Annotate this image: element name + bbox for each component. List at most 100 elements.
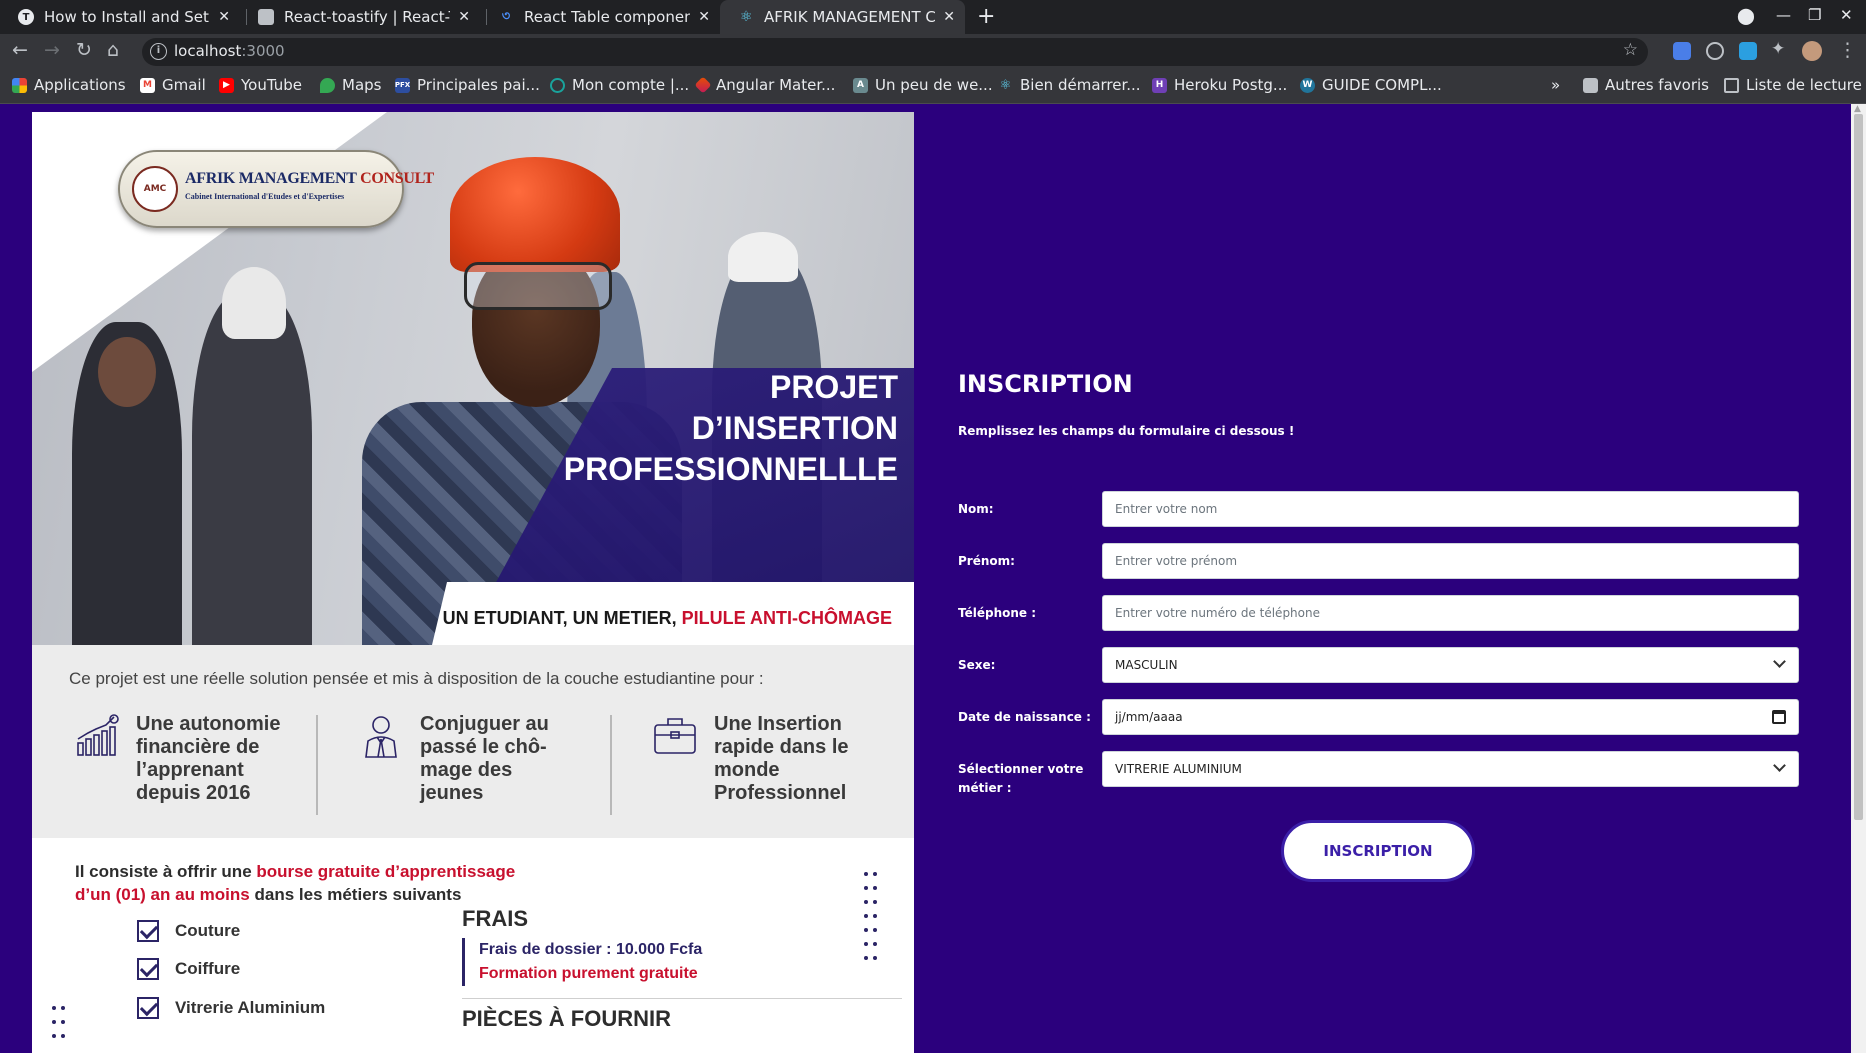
flyer-photo: AMC AFRIK MANAGEMENT CONSULT Cabinet Int… <box>32 112 914 645</box>
site-info-icon[interactable]: i <box>150 43 167 60</box>
tab-how-to-install[interactable]: T How to Install and Setup ✕ <box>0 0 240 34</box>
folder-icon <box>1583 77 1598 93</box>
metier-item: Vitrerie Aluminium <box>137 997 325 1019</box>
tab-favicon-icon <box>258 9 274 25</box>
new-tab-icon[interactable]: + <box>977 4 995 29</box>
bookmark-guide-complet[interactable]: W GUIDE COMPL... <box>1300 76 1442 94</box>
restore-icon[interactable]: ❐ <box>1808 6 1821 24</box>
metier-label: Couture <box>175 921 241 940</box>
scrollbar-thumb[interactable] <box>1854 114 1863 820</box>
prenom-field[interactable] <box>1102 543 1799 579</box>
address-bar[interactable]: i localhost:3000 ☆ <box>142 38 1648 66</box>
tab-close-icon[interactable]: ✕ <box>698 9 710 25</box>
telephone-field[interactable] <box>1102 595 1799 631</box>
page-scrollbar[interactable]: ▲ <box>1851 104 1866 1053</box>
screenshot-extension-icon[interactable] <box>1739 42 1757 60</box>
browser-tab-bar: T How to Install and Setup ✕ React-toast… <box>0 0 1866 34</box>
tab-afrik-management[interactable]: ⚛ AFRIK MANAGEMENT CO ✕ <box>720 0 965 34</box>
tab-close-icon[interactable]: ✕ <box>458 9 470 25</box>
bookmarks-overflow-button[interactable]: » <box>1551 76 1560 94</box>
metier-select[interactable]: VITRERIE ALUMINIUM <box>1102 751 1799 787</box>
close-window-icon[interactable]: ✕ <box>1840 6 1853 24</box>
inscription-submit-button[interactable]: INSCRIPTION <box>1281 820 1475 882</box>
tab-close-icon[interactable]: ✕ <box>218 9 230 25</box>
consiste-d: dans les métiers suivants <box>254 885 462 904</box>
reload-icon[interactable]: ↻ <box>76 39 92 61</box>
worker-goggles <box>464 262 612 310</box>
bookmark-angular-material[interactable]: Angular Mater... <box>694 76 835 94</box>
bg-helmet <box>222 267 286 339</box>
sexe-select[interactable]: MASCULIN <box>1102 647 1799 683</box>
benefits-section: Ce projet est une réelle solution pensée… <box>32 645 914 838</box>
frais-details: Frais de dossier : 10.000 Fcfa Formation… <box>462 938 702 986</box>
bookmark-label: Applications <box>34 76 126 94</box>
bookmark-youtube[interactable]: ▶ YouTube <box>219 76 302 94</box>
bookmark-pfx[interactable]: PFX Principales pai... <box>395 76 540 94</box>
company-logo: AMC AFRIK MANAGEMENT CONSULT Cabinet Int… <box>118 150 434 228</box>
browser-toolbar: ← → ↻ ⌂ i localhost:3000 ☆ ✦ ⋮ <box>0 34 1866 69</box>
benefit-line: financière de <box>136 736 260 758</box>
bookmark-maps[interactable]: Maps <box>320 76 381 94</box>
bookmark-mon-compte[interactable]: Mon compte |... <box>550 76 689 94</box>
extensions-puzzle-icon[interactable]: ✦ <box>1771 39 1785 59</box>
bookmark-un-peu-de-web[interactable]: A Un peu de we... <box>853 76 993 94</box>
back-icon[interactable]: ← <box>12 39 28 61</box>
chevron-down-icon <box>1773 759 1786 772</box>
forward-icon[interactable]: → <box>44 39 60 61</box>
menu-kebab-icon[interactable]: ⋮ <box>1838 39 1857 61</box>
nom-input[interactable] <box>1115 502 1786 516</box>
divider <box>462 998 902 999</box>
bookmark-autres-favoris[interactable]: Autres favoris <box>1583 76 1709 94</box>
bookmark-label: Heroku Postg... <box>1174 76 1288 94</box>
tab-react-toastify[interactable]: React-toastify | React-Toa ✕ <box>240 0 480 34</box>
angular-material-icon <box>694 76 712 94</box>
bookmarks-bar: Applications M Gmail ▶ YouTube Maps PFX Pri… <box>0 69 1866 104</box>
project-title-line: PROFESSIONNELLLE <box>563 451 898 487</box>
tab-search-icon[interactable]: ⬤ <box>1737 6 1755 25</box>
wordpress-icon: W <box>1300 77 1315 93</box>
tab-title: React-toastify | React-Toa <box>284 8 450 26</box>
metier-label: Coiffure <box>175 959 241 978</box>
bookmark-heroku[interactable]: H Heroku Postg... <box>1152 76 1287 94</box>
bookmark-gmail[interactable]: M Gmail <box>140 76 206 94</box>
bookmark-star-icon[interactable]: ☆ <box>1623 40 1638 60</box>
minimize-icon[interactable]: — <box>1776 6 1791 24</box>
home-icon[interactable]: ⌂ <box>107 39 119 61</box>
consiste-c: d’un (01) an au moins <box>75 885 250 904</box>
benefit-line: depuis 2016 <box>136 782 251 804</box>
bookmark-liste-de-lecture[interactable]: Liste de lecture <box>1724 76 1862 94</box>
consiste-a: Il consiste à offrir une <box>75 862 252 881</box>
bg-person-face <box>98 337 156 407</box>
maps-icon <box>320 77 335 93</box>
naissance-date-field[interactable]: jj/mm/aaaa <box>1102 699 1799 735</box>
bookmark-label: Un peu de we... <box>875 76 993 94</box>
form-title: INSCRIPTION <box>958 370 1133 398</box>
tab-react-table[interactable]: ৩ React Table component - I ✕ <box>480 0 720 34</box>
bookmark-applications[interactable]: Applications <box>12 76 126 94</box>
benefit-autonomie: Une autonomie financière de l’apprenant … <box>74 713 280 805</box>
checkbox-checked-icon <box>137 920 159 942</box>
prenom-input[interactable] <box>1115 554 1786 568</box>
logo-seal-icon: AMC <box>132 166 178 212</box>
nom-field[interactable] <box>1102 491 1799 527</box>
bookmark-label: Autres favoris <box>1605 76 1709 94</box>
benefit-line: Professionnel <box>714 782 847 804</box>
pieces-heading: PIÈCES À FOURNIR <box>462 1006 672 1031</box>
scroll-up-arrow-icon[interactable]: ▲ <box>1854 104 1861 114</box>
slogan: UN ETUDIANT, UN METIER, PILULE ANTI-CHÔM… <box>443 608 892 629</box>
profile-avatar[interactable] <box>1802 41 1822 61</box>
telephone-input[interactable] <box>1115 606 1786 620</box>
bookmark-label: Bien démarrer... <box>1020 76 1141 94</box>
project-title-line: D’INSERTION <box>691 410 898 446</box>
bookmark-bien-demarrer[interactable]: ⚛ Bien démarrer... <box>998 76 1141 94</box>
formation-gratuite: Formation purement gratuite <box>479 965 698 982</box>
logo-name: AFRIK MANAGEMENT CONSULT <box>185 170 434 188</box>
translate-extension-icon[interactable] <box>1673 42 1691 60</box>
record-extension-icon[interactable] <box>1706 42 1724 60</box>
tab-close-icon[interactable]: ✕ <box>943 9 955 25</box>
metier-label: Sélectionner votre métier : <box>958 760 1098 798</box>
calendar-icon[interactable] <box>1772 710 1786 724</box>
frais-dossier: Frais de dossier : 10.000 Fcfa <box>479 941 703 958</box>
react-favicon-icon: ⚛ <box>739 9 753 25</box>
frais-heading: FRAIS <box>462 906 528 931</box>
